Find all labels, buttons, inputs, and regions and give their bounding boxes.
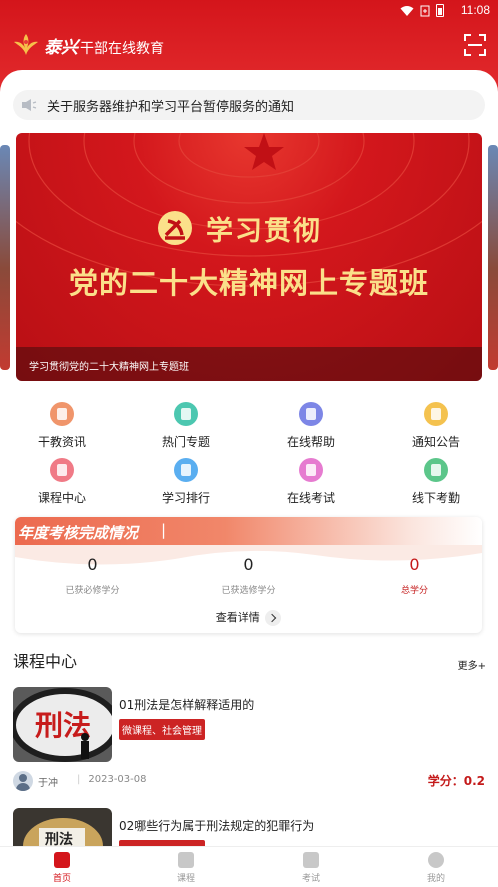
course-icon bbox=[178, 852, 194, 868]
scan-icon[interactable] bbox=[464, 34, 486, 56]
menu-item-topics[interactable]: 热门专题 bbox=[124, 402, 248, 450]
battery-icon bbox=[436, 4, 444, 17]
menu-item-news[interactable]: 干教资讯 bbox=[0, 402, 124, 450]
stat-required-credits: 0 已获必修学分 bbox=[15, 555, 170, 596]
tab-label: 首页 bbox=[52, 874, 71, 884]
assessment-title: 年度考核完成情况 bbox=[18, 524, 139, 542]
news-icon bbox=[50, 402, 74, 426]
banner-carousel[interactable]: 学习贯彻 党的二十大精神网上专题班 学习贯彻党的二十大精神网上专题班 bbox=[16, 133, 482, 381]
menu-label: 学习排行 bbox=[161, 491, 210, 505]
banner-headline-2: 党的二十大精神网上专题班 bbox=[68, 266, 429, 300]
attendance-icon bbox=[424, 458, 448, 482]
view-details-link[interactable]: 查看详情 bbox=[15, 609, 482, 626]
logo-icon bbox=[14, 34, 38, 55]
stat-elective-credits: 0 已获选修学分 bbox=[171, 555, 326, 596]
course-thumbnail-art: 刑法 bbox=[13, 687, 112, 762]
profile-icon bbox=[428, 852, 444, 868]
course-thumbnail: 刑法 bbox=[13, 808, 112, 848]
course-center-title: 课程中心 bbox=[13, 652, 78, 671]
course-date: 2023-03-08 bbox=[77, 774, 146, 785]
avatar bbox=[13, 771, 33, 791]
menu-item-ranking[interactable]: 学习排行 bbox=[124, 458, 248, 506]
assessment-header: 年度考核完成情况 | bbox=[15, 517, 482, 545]
menu-item-course-center[interactable]: 课程中心 bbox=[0, 458, 124, 506]
menu-label: 通知公告 bbox=[411, 435, 460, 449]
menu-item-attendance[interactable]: 线下考勤 bbox=[374, 458, 498, 506]
notice-bar[interactable]: 关于服务器维护和学习平台暂停服务的通知 bbox=[13, 90, 485, 120]
home-icon bbox=[54, 852, 70, 868]
menu-item-announcements[interactable]: 通知公告 bbox=[374, 402, 498, 450]
menu-item-help[interactable]: 在线帮助 bbox=[249, 402, 373, 450]
more-link[interactable]: 更多+ bbox=[458, 657, 486, 672]
wifi-icon bbox=[400, 5, 414, 16]
course-meta: 于冲 2023-03-08 学分：0.2 bbox=[13, 771, 485, 791]
chevron-right-icon bbox=[265, 610, 282, 626]
menu-label: 课程中心 bbox=[37, 491, 86, 505]
notice-text: 关于服务器维护和学习平台暂停服务的通知 bbox=[47, 99, 295, 115]
stat-value: 0 bbox=[409, 555, 420, 574]
course-credits: 学分：0.2 bbox=[427, 774, 485, 788]
banner-art bbox=[16, 133, 482, 287]
tab-label: 课程 bbox=[176, 874, 195, 884]
course-item[interactable]: 刑法 02哪些行为属于刑法规定的犯罪行为 微课程、社会管理 bbox=[13, 808, 485, 848]
status-bar: 11:08 bbox=[0, 0, 498, 22]
tab-courses[interactable]: 课程 bbox=[124, 852, 248, 884]
menu-item-online-exam[interactable]: 在线考试 bbox=[249, 458, 373, 506]
app-brand: 泰兴 bbox=[44, 37, 78, 58]
help-icon bbox=[299, 402, 323, 426]
menu-label: 在线帮助 bbox=[286, 435, 335, 449]
course-tag: 微课程、社会管理 bbox=[119, 719, 205, 740]
tab-label: 考试 bbox=[301, 874, 320, 884]
banner-prev-peek[interactable] bbox=[0, 145, 10, 370]
banner-caption: 学习贯彻党的二十大精神网上专题班 bbox=[16, 347, 482, 381]
exam-icon bbox=[299, 458, 323, 482]
tab-exams[interactable]: 考试 bbox=[249, 852, 373, 884]
trophy-icon bbox=[174, 458, 198, 482]
view-details-label: 查看详情 bbox=[215, 611, 260, 624]
course-title: 01刑法是怎样解释适用的 bbox=[119, 698, 255, 712]
bottom-tab-bar: 首页 课程 考试 我的 bbox=[0, 846, 498, 887]
tab-label: 我的 bbox=[426, 874, 445, 884]
banner-headline-1: 学习贯彻 bbox=[206, 216, 322, 247]
menu-label: 干教资讯 bbox=[37, 435, 86, 449]
stat-value: 0 bbox=[87, 555, 98, 574]
stat-label: 已获选修学分 bbox=[221, 586, 276, 596]
book-icon bbox=[50, 458, 74, 482]
stat-value: 0 bbox=[243, 555, 254, 574]
banner-next-peek[interactable] bbox=[488, 145, 498, 370]
stat-total-credits: 0 总学分 bbox=[337, 555, 482, 596]
course-thumbnail: 刑法 bbox=[13, 687, 112, 762]
speaker-icon bbox=[22, 99, 37, 111]
app-title: 泰兴 干部在线教育 bbox=[44, 33, 164, 58]
assessment-title-divider: | bbox=[161, 521, 167, 539]
tab-home[interactable]: 首页 bbox=[0, 852, 124, 884]
announce-icon bbox=[424, 402, 448, 426]
course-thumbnail-art: 刑法 bbox=[13, 808, 112, 848]
app-bar: 泰兴 干部在线教育 bbox=[12, 30, 486, 60]
app-subtitle: 干部在线教育 bbox=[80, 40, 164, 57]
assessment-card: 年度考核完成情况 | 0 已获必修学分 0 已获选修学分 0 总学分 查看详情 bbox=[15, 517, 482, 633]
exam-tab-icon bbox=[303, 852, 319, 868]
stat-label: 已获必修学分 bbox=[65, 586, 120, 596]
menu-label: 线下考勤 bbox=[411, 491, 460, 505]
tab-profile[interactable]: 我的 bbox=[374, 852, 498, 884]
menu-label: 热门专题 bbox=[161, 435, 210, 449]
signal-icon bbox=[420, 5, 430, 16]
menu-label: 在线考试 bbox=[286, 491, 335, 505]
course-title: 02哪些行为属于刑法规定的犯罪行为 bbox=[119, 819, 315, 833]
status-time: 11:08 bbox=[460, 3, 490, 17]
topic-icon bbox=[174, 402, 198, 426]
course-item[interactable]: 刑法 01刑法是怎样解释适用的 微课程、社会管理 于冲 2023-03-08 学… bbox=[13, 687, 485, 791]
course-author: 于冲 bbox=[38, 778, 58, 789]
stat-label: 总学分 bbox=[400, 586, 428, 596]
